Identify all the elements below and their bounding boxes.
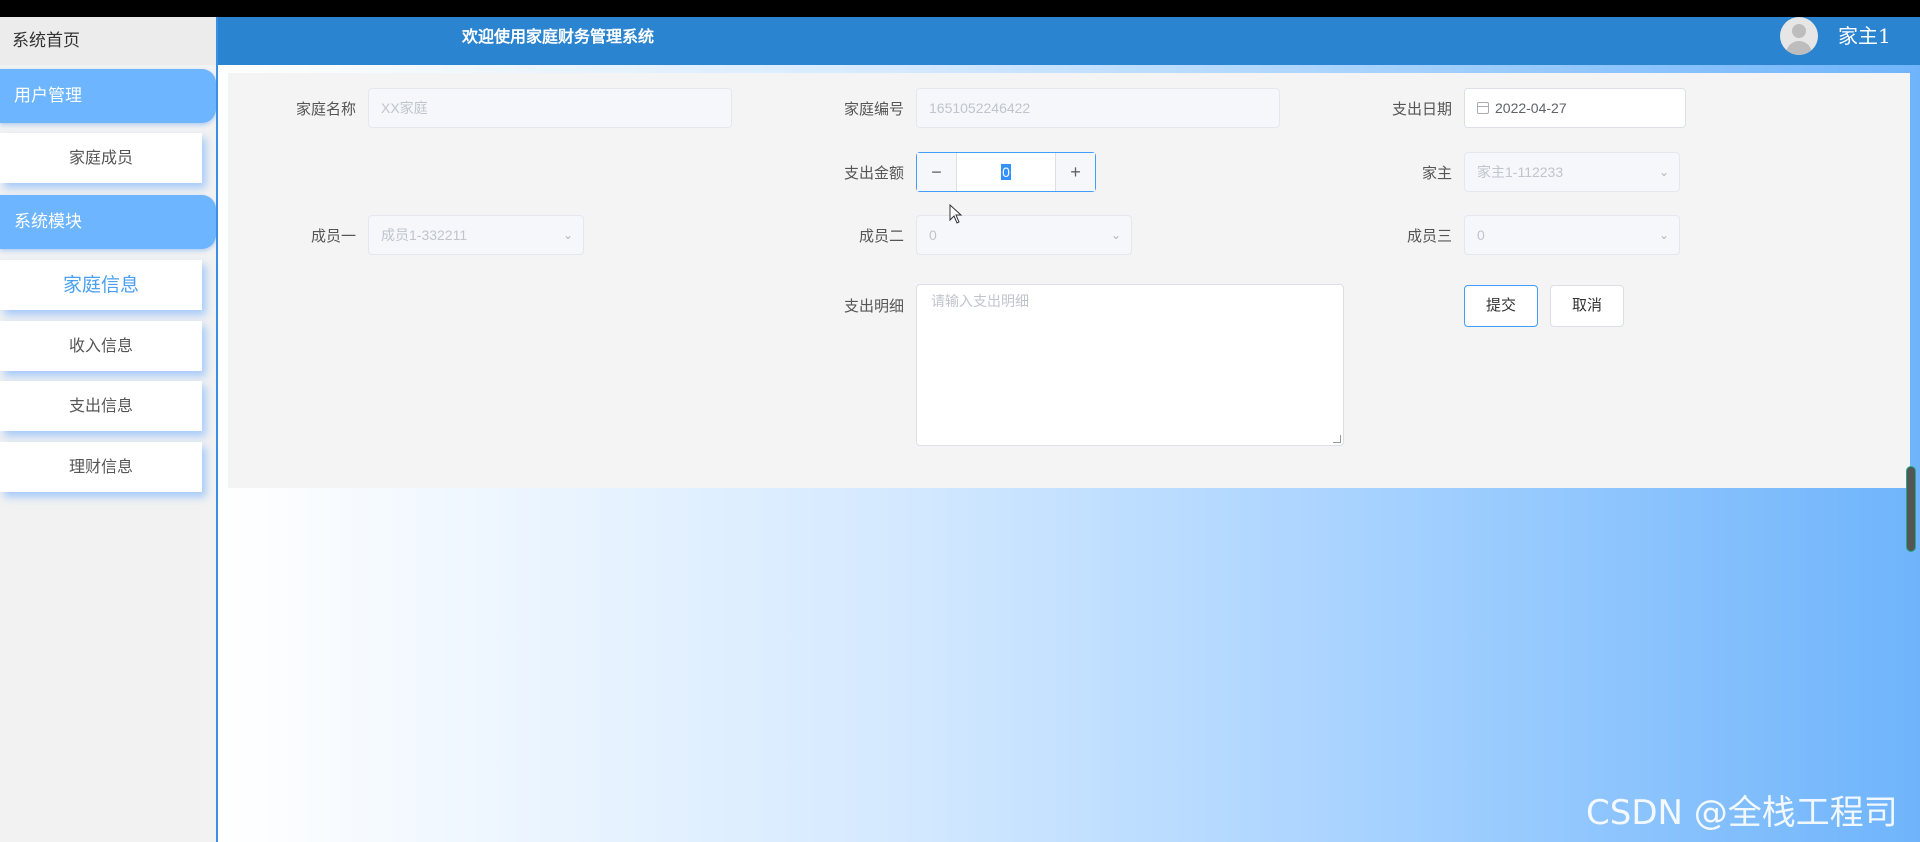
watermark: CSDN @全栈工程司 <box>1586 793 1898 833</box>
family-name-input[interactable]: XX家庭 <box>368 88 732 128</box>
mouse-cursor-icon <box>949 204 963 224</box>
sidebar-item-finance-info[interactable]: 理财信息 <box>0 442 202 492</box>
chevron-down-icon: ⌄ <box>1658 228 1669 242</box>
head-select[interactable]: 家主1-112233 ⌄ <box>1464 152 1680 192</box>
increase-button[interactable]: + <box>1055 153 1095 191</box>
scrollbar[interactable] <box>1906 466 1916 552</box>
sidebar: 系统首页 用户管理 家庭成员 系统模块 家庭信息 收入信息 支出信息 理财信息 <box>0 17 218 842</box>
decrease-button[interactable]: − <box>917 153 957 191</box>
detail-label: 支出明细 <box>843 297 904 315</box>
member1-select[interactable]: 成员1-332211 ⌄ <box>368 215 584 255</box>
head-label: 家主 <box>1421 164 1452 182</box>
expense-date-label: 支出日期 <box>1391 100 1452 118</box>
member3-select[interactable]: 0 ⌄ <box>1464 215 1680 255</box>
expense-date-picker[interactable]: 2022-04-27 <box>1464 88 1686 128</box>
sidebar-item-income-info[interactable]: 收入信息 <box>0 321 202 371</box>
expense-date-value: 2022-04-27 <box>1495 100 1567 116</box>
sidebar-item-family-info[interactable]: 家庭信息 <box>0 260 202 310</box>
calendar-icon <box>1477 102 1489 114</box>
sidebar-home[interactable]: 系统首页 <box>0 17 216 65</box>
detail-textarea[interactable]: 请输入支出明细 <box>916 284 1344 446</box>
member3-select-value: 0 <box>1477 227 1485 243</box>
user-avatar-icon[interactable] <box>1780 17 1818 55</box>
member3-label: 成员三 <box>1406 227 1452 245</box>
amount-stepper[interactable]: − 0 + <box>916 152 1096 192</box>
member2-label: 成员二 <box>858 227 904 245</box>
top-bar <box>0 0 1920 17</box>
resize-handle-icon[interactable] <box>1333 435 1341 443</box>
sidebar-item-family-members[interactable]: 家庭成员 <box>0 133 202 183</box>
cancel-button[interactable]: 取消 <box>1550 285 1624 327</box>
member1-select-value: 成员1-332211 <box>381 227 468 243</box>
chevron-down-icon: ⌄ <box>1110 228 1121 242</box>
sidebar-group-system-module[interactable]: 系统模块 <box>0 195 216 249</box>
member2-select-value: 0 <box>929 227 937 243</box>
family-no-label: 家庭编号 <box>843 100 904 118</box>
main-content: 家庭名称 XX家庭 家庭编号 1651052246422 支出日期 2022-0… <box>218 65 1920 842</box>
head-select-value: 家主1-112233 <box>1477 164 1564 180</box>
username[interactable]: 家主1 <box>1838 17 1891 55</box>
chevron-down-icon: ⌄ <box>1658 165 1669 179</box>
family-no-input[interactable]: 1651052246422 <box>916 88 1280 128</box>
submit-button[interactable]: 提交 <box>1464 285 1538 327</box>
member1-label: 成员一 <box>310 227 356 245</box>
amount-input[interactable]: 0 <box>957 153 1055 191</box>
family-name-label: 家庭名称 <box>295 100 356 118</box>
sidebar-item-expense-info[interactable]: 支出信息 <box>0 381 202 431</box>
sidebar-group-user-management[interactable]: 用户管理 <box>0 69 216 123</box>
welcome-title: 欢迎使用家庭财务管理系统 <box>462 27 655 46</box>
amount-label: 支出金额 <box>843 164 904 182</box>
top-header: 欢迎使用家庭财务管理系统 家主1 <box>218 17 1920 65</box>
chevron-down-icon: ⌄ <box>562 228 573 242</box>
expense-form: 家庭名称 XX家庭 家庭编号 1651052246422 支出日期 2022-0… <box>228 73 1910 488</box>
